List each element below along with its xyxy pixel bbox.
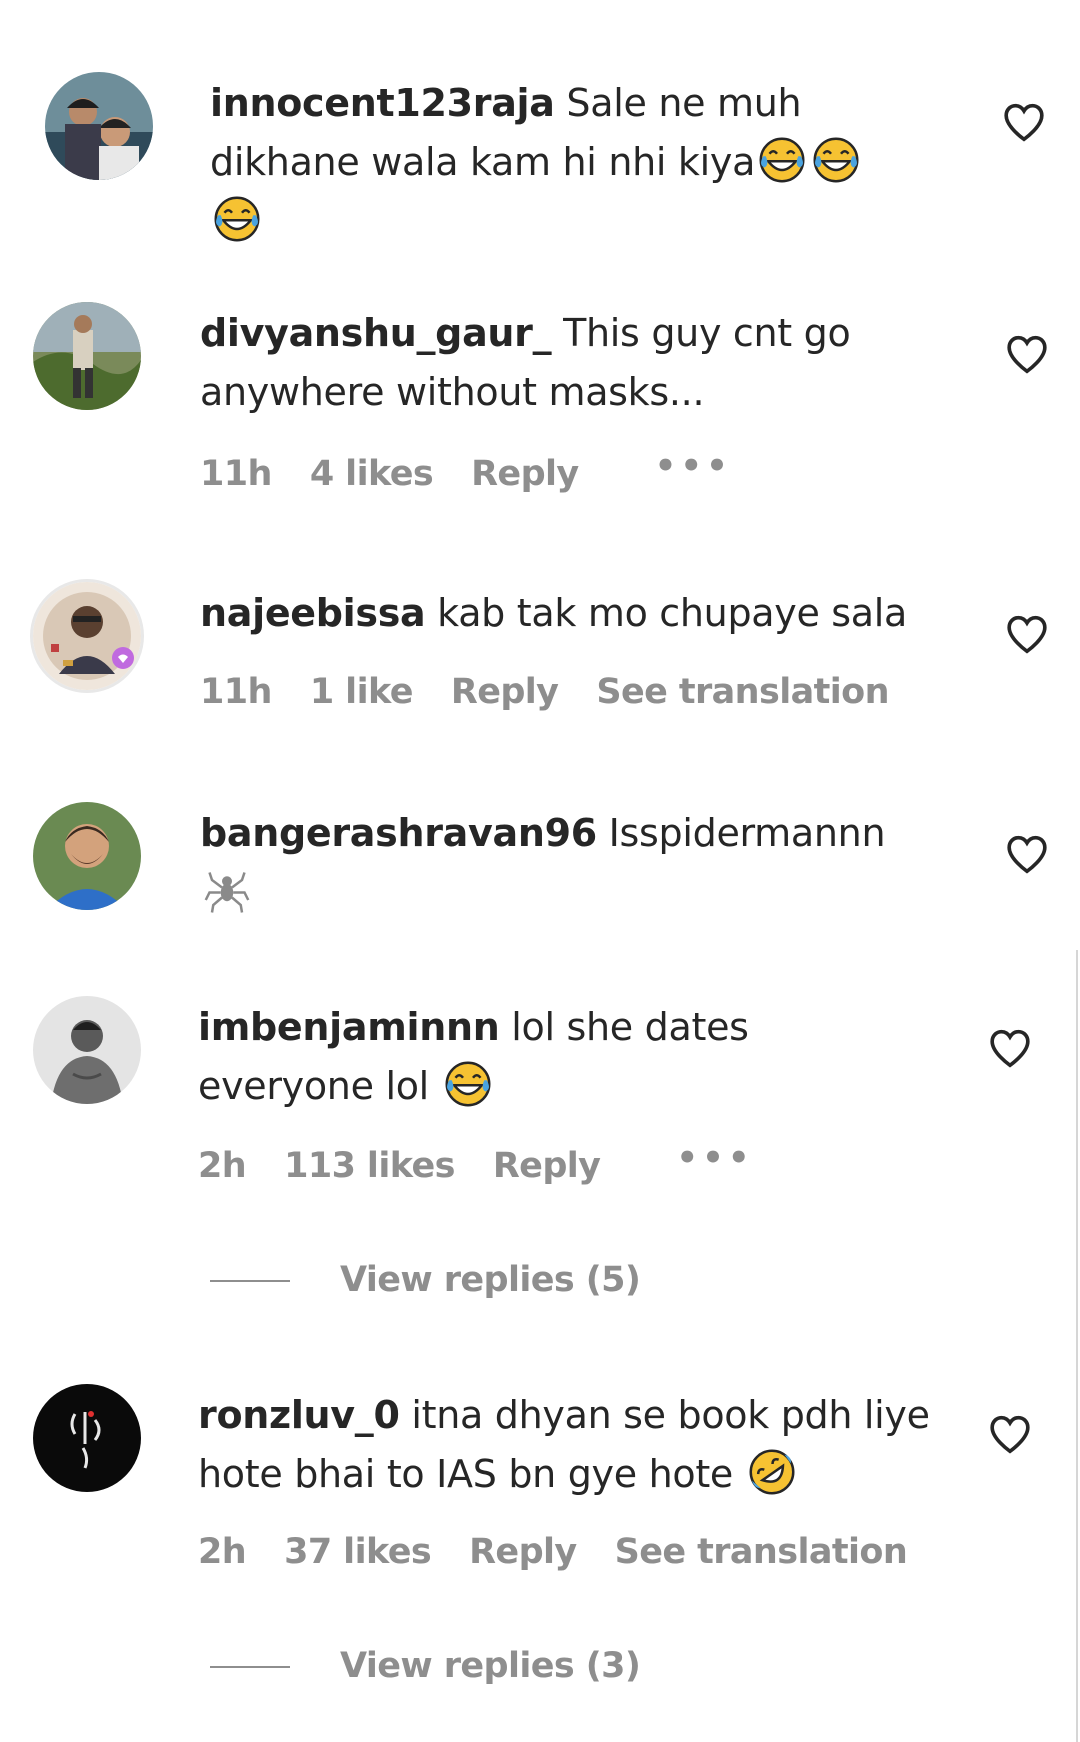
comment-body: najeebissa kab tak mo chupaye sala [200,584,960,643]
username-link[interactable]: ronzluv_0 [198,1393,400,1437]
avatar[interactable] [33,1384,141,1492]
comment-actions: 11h 1 like Reply See translation [200,672,927,712]
comment-text: Isspidermannn [596,811,886,855]
reply-divider-line [210,1280,290,1282]
comment-timestamp: 2h [198,1146,247,1186]
reply-button[interactable]: Reply [469,1532,577,1572]
face-with-tears-of-joy-icon [212,194,262,244]
avatar[interactable] [33,582,141,690]
comment-body: imbenjaminnn lol she dates everyone lol [198,998,918,1116]
view-replies-button[interactable]: View replies (5) [210,1260,641,1300]
username-link[interactable]: innocent123raja [210,81,555,125]
comment-body: divyanshu_gaur_ This guy cnt go anywhere… [200,304,920,422]
comment-body: bangerashravan96 Isspidermannn [200,804,920,922]
username-link[interactable]: bangerashravan96 [200,811,597,855]
like-heart-icon[interactable] [988,1028,1032,1068]
scrollbar-track[interactable] [1076,950,1078,1742]
view-replies-label: View replies (5) [340,1260,641,1300]
more-options-icon[interactable]: ••• [655,446,732,486]
avatar[interactable] [45,72,153,180]
comment-timestamp: 11h [200,454,272,494]
like-heart-icon[interactable] [1005,614,1049,654]
likes-count-link[interactable]: 1 like [310,672,414,712]
comment-timestamp: 2h [198,1532,247,1572]
likes-count-link[interactable]: 113 likes [284,1146,455,1186]
avatar[interactable] [33,996,141,1104]
username-link[interactable]: najeebissa [200,591,426,635]
more-options-icon[interactable]: ••• [676,1138,753,1178]
see-translation-button[interactable]: See translation [615,1532,908,1572]
like-heart-icon[interactable] [1005,834,1049,874]
comment-body: ronzluv_0 itna dhyan se book pdh liye ho… [198,1386,958,1504]
like-heart-icon[interactable] [1002,102,1046,142]
reply-button[interactable]: Reply [451,672,559,712]
like-heart-icon[interactable] [1005,334,1049,374]
reply-button[interactable]: Reply [493,1146,601,1186]
avatar[interactable] [33,802,141,910]
like-heart-icon[interactable] [988,1414,1032,1454]
likes-count-link[interactable]: 4 likes [310,454,434,494]
see-translation-button[interactable]: See translation [596,672,889,712]
comment-timestamp: 11h [200,672,272,712]
reply-divider-line [210,1666,290,1668]
view-replies-button[interactable]: View replies (3) [210,1646,641,1686]
avatar[interactable] [33,302,141,410]
face-with-tears-of-joy-icon [443,1059,493,1109]
comment-actions: 2h 113 likes Reply ••• [198,1138,792,1186]
comment-actions: 11h 4 likes Reply ••• [200,446,770,494]
comment-body: innocent123raja Sale ne muh dikhane wala… [210,74,930,251]
comment-text: kab tak mo chupaye sala [425,591,908,635]
view-replies-label: View replies (3) [340,1646,641,1686]
reply-button[interactable]: Reply [471,454,579,494]
spider-icon [202,865,252,915]
username-link[interactable]: divyanshu_gaur_ [200,311,552,355]
face-with-tears-of-joy-icon [757,135,807,185]
comment-actions: 2h 37 likes Reply See translation [198,1532,945,1572]
face-with-tears-of-joy-icon [811,135,861,185]
username-link[interactable]: imbenjaminnn [198,1005,500,1049]
rolling-on-floor-laughing-icon [747,1447,797,1497]
likes-count-link[interactable]: 37 likes [284,1532,432,1572]
